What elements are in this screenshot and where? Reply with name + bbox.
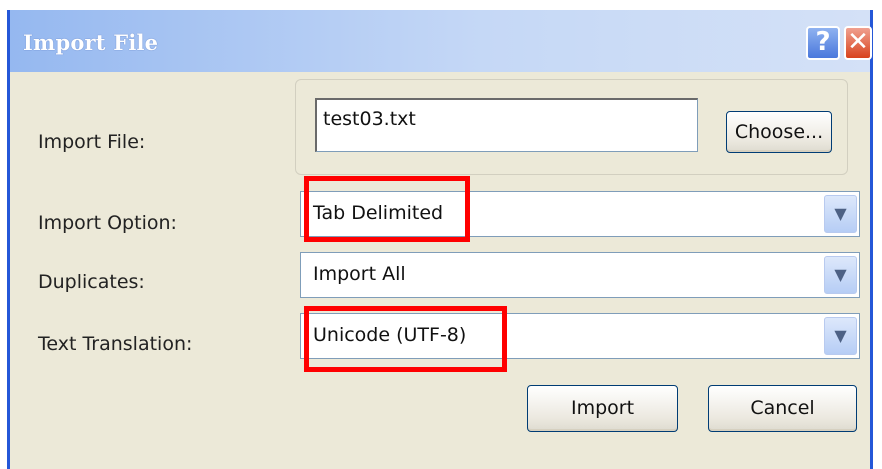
dialog-title: Import File [23, 30, 159, 55]
duplicates-label: Duplicates: [38, 271, 145, 293]
cancel-button[interactable]: Cancel [708, 385, 857, 432]
import-file-input[interactable]: test03.txt [315, 98, 698, 152]
import-option-value: Tab Delimited [313, 202, 444, 224]
duplicates-select[interactable]: Import All ▼ [300, 252, 860, 298]
close-button[interactable]: ✕ [844, 26, 872, 60]
choose-button[interactable]: Choose... [726, 111, 832, 153]
import-option-select[interactable]: Tab Delimited ▼ [300, 191, 860, 237]
text-translation-label: Text Translation: [38, 333, 193, 355]
import-file-label: Import File: [38, 131, 146, 153]
duplicates-value: Import All [313, 263, 406, 285]
text-translation-select[interactable]: Unicode (UTF-8) ▼ [300, 313, 860, 359]
import-button[interactable]: Import [527, 385, 678, 432]
import-option-label: Import Option: [38, 212, 177, 234]
chevron-down-icon[interactable]: ▼ [824, 317, 857, 355]
text-translation-value: Unicode (UTF-8) [313, 324, 467, 346]
chevron-down-icon[interactable]: ▼ [824, 256, 857, 294]
help-button[interactable]: ? [806, 26, 840, 60]
chevron-down-icon[interactable]: ▼ [824, 195, 857, 233]
title-bar[interactable]: Import File ? ✕ [10, 10, 872, 72]
